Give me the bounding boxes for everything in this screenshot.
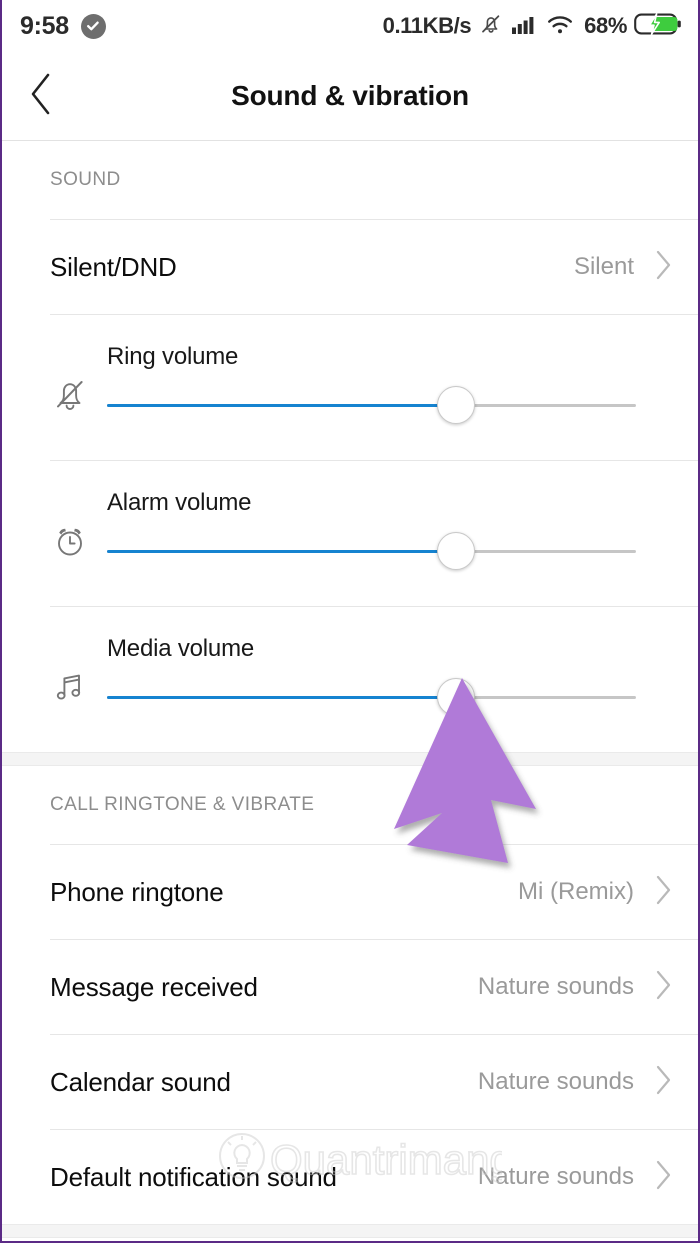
battery-charging-icon bbox=[634, 11, 682, 42]
app-bar: Sound & vibration bbox=[2, 52, 698, 141]
section-separator bbox=[2, 752, 698, 766]
status-bar: 9:58 0.11KB/s 68% bbox=[2, 0, 698, 52]
cellular-signal-icon bbox=[511, 13, 539, 40]
phone-screen: 9:58 0.11KB/s 68% Sound & vibration SOUN… bbox=[0, 0, 700, 1243]
bell-off-icon bbox=[478, 11, 504, 42]
alarm-volume-slider[interactable] bbox=[107, 532, 636, 570]
row-phone-ringtone[interactable]: Phone ringtone Mi (Remix) bbox=[2, 845, 698, 939]
slider-fill bbox=[107, 404, 457, 407]
slider-fill bbox=[107, 550, 457, 553]
slider-thumb[interactable] bbox=[437, 386, 476, 424]
row-value: Nature sounds bbox=[477, 1163, 634, 1190]
section-separator bbox=[2, 1224, 698, 1238]
status-time: 9:58 bbox=[20, 11, 69, 40]
slider-thumb[interactable] bbox=[437, 678, 476, 716]
slider-thumb[interactable] bbox=[437, 532, 476, 570]
row-value: Nature sounds bbox=[477, 1068, 634, 1095]
chevron-right-icon bbox=[652, 968, 674, 1007]
section-header-vibrate: VIBRATE bbox=[2, 1238, 698, 1241]
row-value: Silent bbox=[573, 253, 634, 280]
page-title: Sound & vibration bbox=[231, 80, 469, 111]
row-value: Nature sounds bbox=[477, 973, 634, 1000]
battery-percent-label: 68% bbox=[584, 13, 627, 38]
alarm-clock-icon bbox=[50, 521, 90, 561]
network-speed-label: 0.11KB/s bbox=[382, 13, 472, 38]
bell-off-icon bbox=[50, 375, 90, 415]
section-header-sound: SOUND bbox=[50, 169, 121, 190]
wifi-icon bbox=[546, 13, 574, 40]
media-volume-slider[interactable] bbox=[107, 678, 636, 716]
settings-list: SOUND Silent/DND Silent Ring volume Alar… bbox=[2, 141, 698, 1241]
row-value: Mi (Remix) bbox=[518, 878, 634, 905]
ring-volume-slider[interactable] bbox=[107, 386, 636, 424]
slider-label: Ring volume bbox=[107, 343, 239, 370]
slider-fill bbox=[107, 696, 457, 699]
check-circle-icon bbox=[80, 13, 106, 39]
row-title: Message received bbox=[50, 971, 258, 1002]
music-note-icon bbox=[50, 667, 90, 707]
row-media-volume[interactable]: Media volume bbox=[2, 607, 698, 752]
row-calendar-sound[interactable]: Calendar sound Nature sounds bbox=[2, 1035, 698, 1129]
slider-label: Alarm volume bbox=[107, 489, 252, 516]
chevron-right-icon bbox=[652, 248, 674, 287]
row-title: Default notification sound bbox=[50, 1161, 337, 1192]
row-silent-dnd[interactable]: Silent/DND Silent bbox=[2, 220, 698, 314]
row-ring-volume[interactable]: Ring volume bbox=[2, 315, 698, 460]
chevron-right-icon bbox=[652, 1158, 674, 1197]
row-message-received[interactable]: Message received Nature sounds bbox=[2, 940, 698, 1034]
status-bar-right: 0.11KB/s 68% bbox=[383, 11, 682, 42]
row-title: Calendar sound bbox=[50, 1066, 231, 1097]
chevron-right-icon bbox=[652, 1063, 674, 1102]
chevron-right-icon bbox=[652, 873, 674, 912]
row-alarm-volume[interactable]: Alarm volume bbox=[2, 461, 698, 606]
row-default-notification-sound[interactable]: Default notification sound Nature sounds bbox=[2, 1130, 698, 1224]
row-title: Phone ringtone bbox=[50, 876, 224, 907]
section-header-call-ringtone: CALL RINGTONE & VIBRATE bbox=[50, 794, 315, 815]
slider-label: Media volume bbox=[107, 635, 255, 662]
status-bar-left: 9:58 bbox=[20, 12, 106, 41]
row-title: Silent/DND bbox=[50, 251, 177, 282]
